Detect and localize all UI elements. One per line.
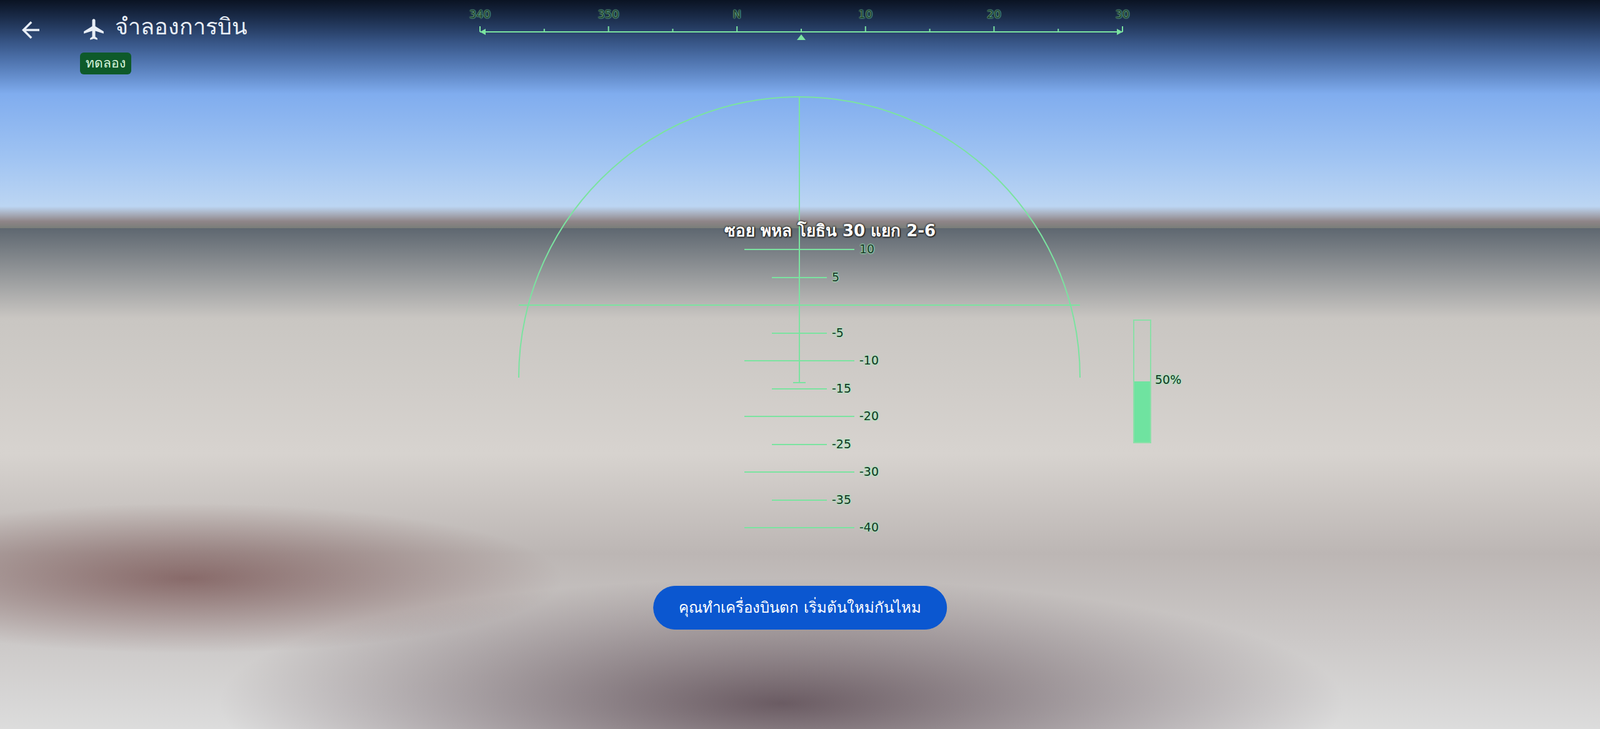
pitch-line	[771, 332, 827, 334]
flight-simulator: จำลองการบินทดลอง 340 350 N 10 20 30 10 5 -5 -10 -15…	[0, 0, 1600, 729]
location-label: ซอย พหล โยธิน 30 แยก 2-6	[724, 220, 936, 242]
pitch-label: -40	[859, 520, 879, 535]
pitch-line	[771, 276, 827, 279]
experimental-badge: ทดลอง	[80, 52, 132, 75]
pitch-label: -20	[859, 408, 879, 424]
pitch-line	[744, 415, 855, 417]
pitch-line	[744, 248, 855, 250]
restart-button[interactable]: คุณทำเครื่องบินตก เริ่มต้นใหม่กันไหม	[653, 585, 947, 630]
page-title: จำลองการบิน	[115, 11, 248, 43]
pitch-line	[771, 499, 827, 501]
heading-label: N	[732, 7, 741, 22]
pitch-label: 10	[859, 241, 875, 257]
pitch-line	[744, 471, 855, 473]
pitch-label: -5	[831, 325, 844, 340]
heading-label: 20	[986, 7, 1002, 22]
pitch-label: -25	[831, 436, 852, 452]
pitch-label: 5	[831, 270, 840, 285]
airplane-icon	[81, 16, 107, 42]
throttle-track[interactable]	[1133, 319, 1152, 444]
heading-label: 30	[1115, 7, 1130, 22]
pitch-line	[771, 443, 827, 445]
pitch-label: -15	[831, 381, 852, 396]
heading-scale	[473, 5, 1129, 43]
pitch-label: -35	[831, 492, 852, 507]
heading-tape: 340350N102030	[480, 5, 1123, 43]
pitch-line	[744, 360, 855, 362]
throttle-fill	[1134, 381, 1150, 442]
heading-label: 10	[858, 7, 873, 22]
pitch-line	[771, 388, 827, 390]
pitch-line	[744, 526, 855, 529]
heading-label: 340	[469, 7, 491, 22]
pitch-label: -30	[859, 464, 879, 479]
heading-label: 350	[597, 7, 619, 22]
back-arrow-icon[interactable]	[17, 16, 44, 44]
pitch-label: -10	[859, 353, 879, 368]
throttle-reading: 50%	[1155, 372, 1182, 387]
